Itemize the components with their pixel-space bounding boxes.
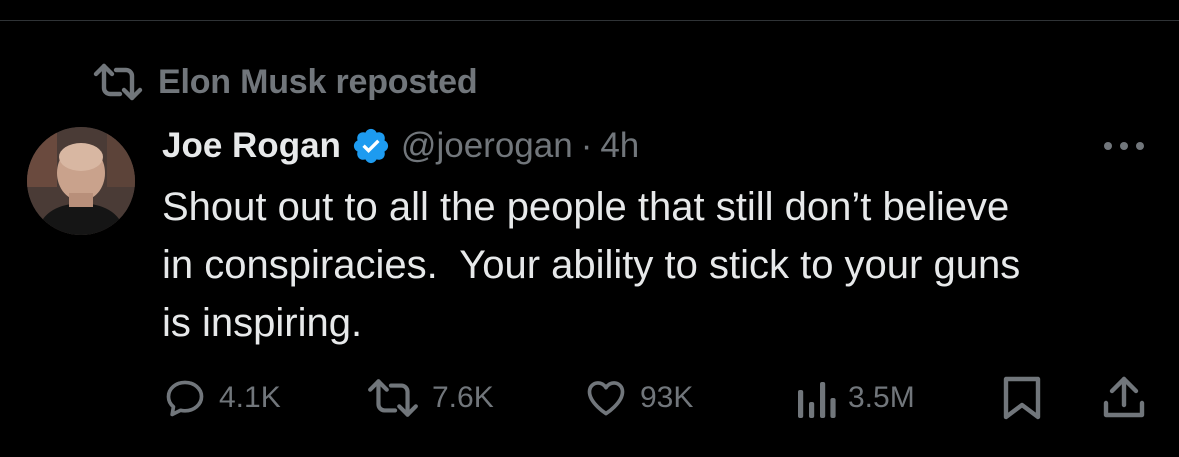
- display-name[interactable]: Joe Rogan: [162, 126, 341, 166]
- share-button[interactable]: [1102, 370, 1146, 426]
- bookmark-button[interactable]: [1000, 370, 1044, 426]
- reply-icon: [163, 376, 207, 420]
- like-icon: [584, 376, 628, 420]
- like-button[interactable]: 93K: [584, 370, 693, 426]
- reply-button[interactable]: 4.1K: [163, 370, 281, 426]
- like-count: 93K: [640, 381, 694, 414]
- repost-count: 7.6K: [432, 381, 494, 414]
- repost-button[interactable]: 7.6K: [366, 370, 494, 426]
- views-button[interactable]: 3.5M: [794, 370, 915, 426]
- repost-label: Elon Musk reposted: [158, 62, 478, 101]
- timestamp[interactable]: 4h: [600, 126, 639, 166]
- repost-icon: [366, 376, 420, 420]
- avatar[interactable]: [27, 127, 135, 235]
- repost-icon: [92, 62, 144, 102]
- views-count: 3.5M: [848, 381, 915, 414]
- top-divider: [0, 20, 1179, 21]
- verified-badge-icon[interactable]: [351, 126, 391, 166]
- views-icon: [794, 376, 836, 420]
- tweet-header: Joe Rogan @joerogan · 4h: [162, 120, 639, 172]
- share-icon: [1102, 375, 1146, 421]
- reply-count: 4.1K: [219, 381, 281, 414]
- repost-context[interactable]: Elon Musk reposted: [92, 58, 478, 106]
- action-bar: 4.1K 7.6K 93K 3.5M: [0, 370, 1179, 426]
- tweet-text: Shout out to all the people that still d…: [162, 185, 1021, 345]
- bookmark-icon: [1000, 375, 1044, 421]
- separator: ·: [580, 126, 593, 165]
- handle[interactable]: @joerogan: [401, 126, 573, 166]
- more-icon[interactable]: [1098, 132, 1150, 160]
